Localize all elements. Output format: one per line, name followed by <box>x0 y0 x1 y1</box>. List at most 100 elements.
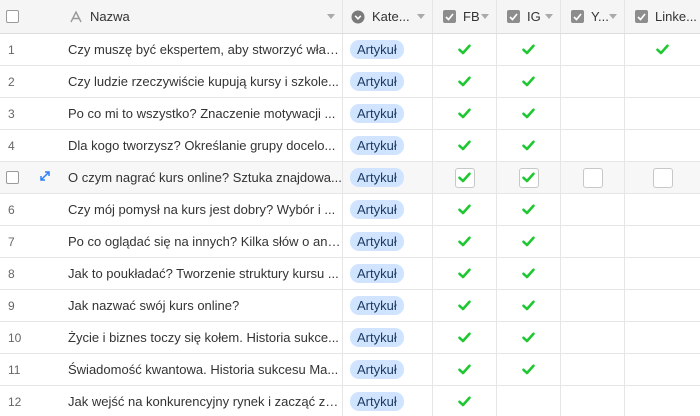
cell-fb[interactable] <box>433 162 497 193</box>
cell-li[interactable] <box>625 354 700 385</box>
ig-checkbox[interactable] <box>518 167 539 188</box>
cell-yt[interactable] <box>561 226 625 257</box>
table-row[interactable]: 9 Jak nazwać swój kurs online? Artykuł <box>0 290 700 322</box>
cell-kategoria[interactable]: Artykuł <box>343 290 433 321</box>
cell-li[interactable] <box>625 66 700 97</box>
cell-li[interactable] <box>625 322 700 353</box>
cell-ig[interactable] <box>497 322 561 353</box>
table-row[interactable]: 8 Jak to poukładać? Tworzenie struktury k… <box>0 258 700 290</box>
cell-ig[interactable] <box>497 194 561 225</box>
cell-fb[interactable] <box>433 130 497 161</box>
cell-yt[interactable] <box>561 322 625 353</box>
cell-fb[interactable] <box>433 290 497 321</box>
column-header-linkedin[interactable]: Linke... <box>625 0 700 33</box>
cell-name[interactable]: Świadomość kwantowa. Historia sukcesu Ma… <box>58 354 343 385</box>
table-row[interactable]: 4 Dla kogo tworzysz? Określanie grupy doc… <box>0 130 700 162</box>
cell-yt[interactable] <box>561 290 625 321</box>
chevron-down-icon[interactable] <box>417 14 425 19</box>
cell-name[interactable]: Po co oglądać się na innych? Kilka słów … <box>58 226 343 257</box>
chevron-down-icon[interactable] <box>481 14 489 19</box>
cell-fb[interactable] <box>433 66 497 97</box>
cell-fb[interactable] <box>433 386 497 416</box>
cell-fb[interactable] <box>433 226 497 257</box>
cell-ig[interactable] <box>497 258 561 289</box>
cell-yt[interactable] <box>561 194 625 225</box>
cell-kategoria[interactable]: Artykuł <box>343 162 433 193</box>
cell-kategoria[interactable]: Artykuł <box>343 258 433 289</box>
chevron-down-icon[interactable] <box>545 14 553 19</box>
cell-li[interactable] <box>625 130 700 161</box>
cell-kategoria[interactable]: Artykuł <box>343 98 433 129</box>
cell-name[interactable]: Po co mi to wszystko? Znaczenie motywacj… <box>58 98 343 129</box>
table-row[interactable]: 3 Po co mi to wszystko? Znaczenie motywac… <box>0 98 700 130</box>
table-row[interactable]: 1 Czy muszę być ekspertem, aby stworzyć w… <box>0 34 700 66</box>
select-all-checkbox[interactable] <box>5 10 19 23</box>
cell-ig[interactable] <box>497 386 561 416</box>
cell-li[interactable] <box>625 194 700 225</box>
cell-yt[interactable] <box>561 66 625 97</box>
cell-ig[interactable] <box>497 130 561 161</box>
column-header-ig[interactable]: IG <box>497 0 561 33</box>
li-checkbox[interactable] <box>652 167 673 188</box>
cell-fb[interactable] <box>433 322 497 353</box>
cell-yt[interactable] <box>561 162 625 193</box>
cell-yt[interactable] <box>561 258 625 289</box>
cell-kategoria[interactable]: Artykuł <box>343 322 433 353</box>
cell-ig[interactable] <box>497 226 561 257</box>
table-row[interactable]: 12 Jak wejść na konkurencyjny rynek i zac… <box>0 386 700 416</box>
cell-name[interactable]: Czy mój pomysł na kurs jest dobry? Wybór… <box>58 194 343 225</box>
cell-fb[interactable] <box>433 258 497 289</box>
expand-record-cell[interactable] <box>34 162 56 193</box>
fb-checkbox[interactable] <box>454 167 475 188</box>
expand-arrows-icon[interactable] <box>39 170 51 185</box>
cell-li[interactable] <box>625 258 700 289</box>
cell-ig[interactable] <box>497 162 561 193</box>
chevron-down-icon[interactable] <box>609 14 617 19</box>
cell-li[interactable] <box>625 34 700 65</box>
table-row[interactable]: O czym nagrać kurs online? Sztuka znajdo… <box>0 162 700 194</box>
cell-kategoria[interactable]: Artykuł <box>343 194 433 225</box>
cell-name[interactable]: O czym nagrać kurs online? Sztuka znajdo… <box>58 162 343 193</box>
row-select-checkbox[interactable] <box>5 171 19 184</box>
cell-ig[interactable] <box>497 354 561 385</box>
column-header-yt[interactable]: Y... <box>561 0 625 33</box>
cell-li[interactable] <box>625 226 700 257</box>
cell-kategoria[interactable]: Artykuł <box>343 354 433 385</box>
cell-ig[interactable] <box>497 290 561 321</box>
table-row[interactable]: 11 Świadomość kwantowa. Historia sukcesu … <box>0 354 700 386</box>
cell-fb[interactable] <box>433 98 497 129</box>
cell-yt[interactable] <box>561 34 625 65</box>
cell-name[interactable]: Dla kogo tworzysz? Określanie grupy doce… <box>58 130 343 161</box>
chevron-down-icon[interactable] <box>327 14 335 19</box>
select-all-cell[interactable] <box>0 0 24 33</box>
yt-checkbox[interactable] <box>582 167 603 188</box>
cell-yt[interactable] <box>561 354 625 385</box>
cell-name[interactable]: Jak nazwać swój kurs online? <box>58 290 343 321</box>
cell-kategoria[interactable]: Artykuł <box>343 34 433 65</box>
cell-name[interactable]: Jak to poukładać? Tworzenie struktury ku… <box>58 258 343 289</box>
cell-yt[interactable] <box>561 130 625 161</box>
table-row[interactable]: 10 Życie i biznes toczy się kołem. Histor… <box>0 322 700 354</box>
cell-name[interactable]: Życie i biznes toczy się kołem. Historia… <box>58 322 343 353</box>
cell-yt[interactable] <box>561 98 625 129</box>
column-header-fb[interactable]: FB <box>433 0 497 33</box>
table-row[interactable]: 2 Czy ludzie rzeczywiście kupują kursy i … <box>0 66 700 98</box>
cell-li[interactable] <box>625 386 700 416</box>
cell-name[interactable]: Jak wejść na konkurencyjny rynek i zaczą… <box>58 386 343 416</box>
cell-name[interactable]: Czy ludzie rzeczywiście kupują kursy i s… <box>58 66 343 97</box>
cell-fb[interactable] <box>433 34 497 65</box>
column-header-kategoria[interactable]: Kate... <box>343 0 433 33</box>
row-select-cell[interactable] <box>0 162 24 193</box>
table-row[interactable]: 7 Po co oglądać się na innych? Kilka słów… <box>0 226 700 258</box>
cell-name[interactable]: Czy muszę być ekspertem, aby stworzyć wł… <box>58 34 343 65</box>
cell-kategoria[interactable]: Artykuł <box>343 226 433 257</box>
cell-li[interactable] <box>625 162 700 193</box>
cell-ig[interactable] <box>497 34 561 65</box>
cell-ig[interactable] <box>497 98 561 129</box>
column-header-name[interactable]: Nazwa <box>58 0 343 33</box>
cell-fb[interactable] <box>433 354 497 385</box>
cell-li[interactable] <box>625 290 700 321</box>
cell-kategoria[interactable]: Artykuł <box>343 386 433 416</box>
cell-kategoria[interactable]: Artykuł <box>343 130 433 161</box>
cell-kategoria[interactable]: Artykuł <box>343 66 433 97</box>
